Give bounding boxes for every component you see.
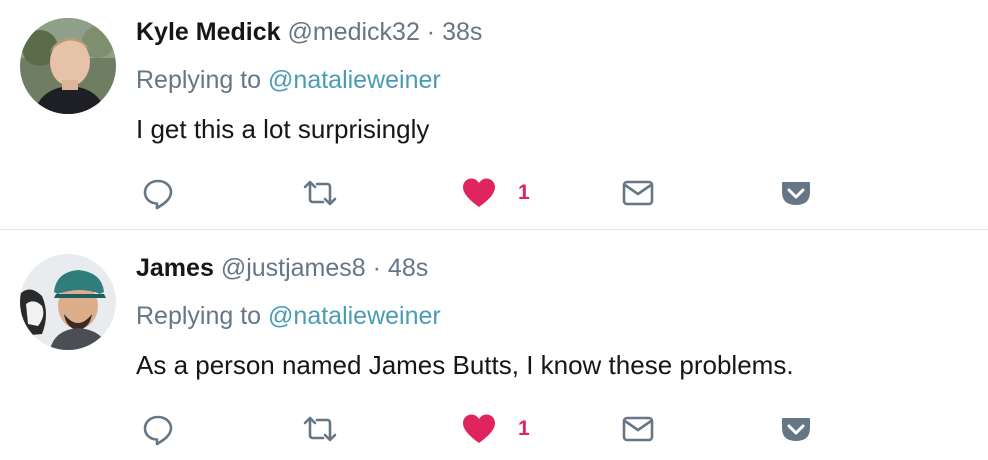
replying-to: Replying to @natalieweiner (136, 300, 441, 332)
retweet-button[interactable] (301, 411, 339, 447)
like-button[interactable]: 1 (462, 175, 530, 211)
display-name[interactable]: Kyle Medick (136, 18, 281, 46)
action-bar: 1 (0, 175, 988, 211)
user-handle[interactable]: @medick32 (287, 18, 419, 46)
reply-icon (140, 175, 176, 211)
replying-prefix: Replying to (136, 302, 262, 330)
avatar[interactable] (20, 254, 116, 350)
separator-dot: · (426, 18, 436, 46)
retweet-icon (301, 411, 339, 447)
mention-link[interactable]: @natalieweiner (268, 302, 441, 330)
like-button[interactable]: 1 (462, 411, 530, 447)
envelope-icon (622, 415, 654, 443)
user-handle[interactable]: @justjames8 (221, 254, 366, 282)
chevron-down-icon (780, 414, 812, 444)
timestamp[interactable]: 48s (388, 254, 428, 282)
tweet-header: Kyle Medick @medick32 · 38s (136, 16, 482, 48)
reply-icon (140, 411, 176, 447)
tweet-item[interactable]: James @justjames8 · 48s Replying to @nat… (0, 236, 988, 460)
retweet-icon (301, 175, 339, 211)
avatar[interactable] (20, 18, 116, 114)
reply-feed: Kyle Medick @medick32 · 38s Replying to … (0, 0, 988, 460)
timestamp[interactable]: 38s (442, 18, 482, 46)
heart-icon (462, 177, 496, 209)
like-count: 1 (518, 181, 530, 204)
envelope-icon (622, 179, 654, 207)
direct-message-button[interactable] (622, 411, 654, 447)
tweet-text: As a person named James Butts, I know th… (136, 350, 794, 380)
divider (0, 229, 988, 230)
like-count: 1 (518, 417, 530, 440)
mention-link[interactable]: @natalieweiner (268, 66, 441, 94)
reply-button[interactable] (140, 175, 176, 211)
more-button[interactable] (780, 175, 812, 211)
replying-prefix: Replying to (136, 66, 262, 94)
more-button[interactable] (780, 411, 812, 447)
chevron-down-icon (780, 178, 812, 208)
retweet-button[interactable] (301, 175, 339, 211)
reply-button[interactable] (140, 411, 176, 447)
tweet-item[interactable]: Kyle Medick @medick32 · 38s Replying to … (0, 0, 988, 230)
replying-to: Replying to @natalieweiner (136, 64, 441, 96)
separator-dot: · (372, 254, 381, 282)
heart-icon (462, 413, 496, 445)
direct-message-button[interactable] (622, 175, 654, 211)
tweet-header: James @justjames8 · 48s (136, 252, 428, 284)
display-name[interactable]: James (136, 254, 214, 282)
tweet-text: I get this a lot surprisingly (136, 114, 430, 144)
action-bar: 1 (0, 411, 988, 447)
